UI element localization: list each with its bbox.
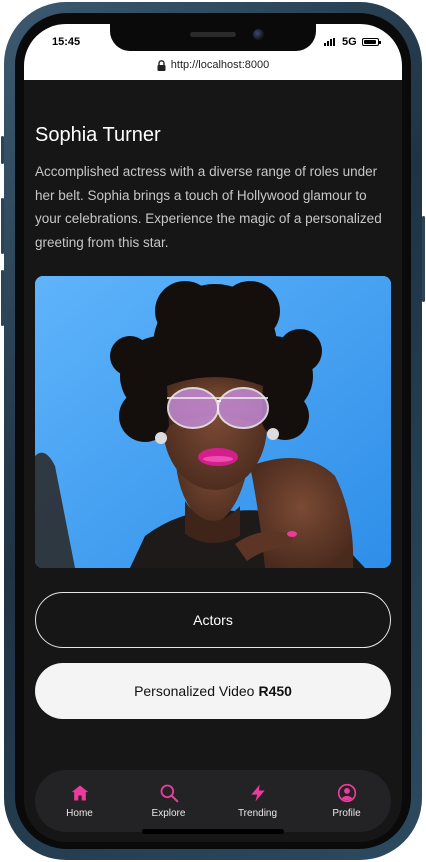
home-icon (71, 785, 88, 801)
nav-label-trending: Trending (237, 808, 278, 819)
network-type: 5G (342, 36, 357, 48)
power-button (422, 216, 425, 302)
nav-label-profile: Profile (332, 808, 361, 819)
video-button-label: Personalized Video (134, 683, 255, 699)
phone-screen: 15:45 5G http://localhost:8000 Sophia Tu… (24, 24, 402, 842)
battery-icon (362, 38, 381, 46)
lock-icon (157, 59, 166, 71)
celebrity-name: Sophia Turner (35, 124, 161, 146)
status-time: 15:45 (52, 36, 81, 48)
user-circle-icon (337, 783, 356, 803)
celebrity-description: Accomplished actress with a diverse rang… (35, 164, 382, 250)
front-camera (253, 29, 264, 40)
nav-item-trending[interactable]: Trending (223, 783, 293, 819)
nav-label-explore: Explore (151, 808, 186, 819)
signal-icon (324, 38, 335, 46)
silent-switch (1, 136, 4, 164)
speaker-grille (190, 32, 236, 37)
lightning-icon (250, 784, 265, 802)
address-bar[interactable]: http://localhost:8000 (24, 55, 402, 75)
nav-item-home[interactable]: Home (45, 783, 115, 819)
volume-up-button (1, 198, 4, 254)
nav-item-explore[interactable]: Explore (134, 783, 204, 819)
home-indicator[interactable] (142, 829, 284, 834)
celebrity-photo (35, 276, 391, 568)
category-button[interactable]: Actors (35, 592, 391, 648)
bottom-nav: Home Explore Trending Profile (35, 770, 391, 832)
category-button-label: Actors (193, 612, 233, 628)
video-price: R450 (258, 683, 292, 699)
url-text: http://localhost:8000 (170, 59, 270, 71)
personalized-video-button[interactable]: Personalized Video R450 (35, 663, 391, 719)
status-bar: 15:45 5G http://localhost:8000 (24, 24, 402, 80)
search-icon (160, 784, 178, 803)
volume-down-button (1, 270, 4, 326)
page-content: Sophia Turner Accomplished actress with … (24, 80, 402, 842)
portrait-photo-icon (35, 276, 391, 568)
notch (110, 24, 316, 51)
nav-label-home: Home (66, 808, 93, 819)
nav-item-profile[interactable]: Profile (312, 783, 382, 819)
